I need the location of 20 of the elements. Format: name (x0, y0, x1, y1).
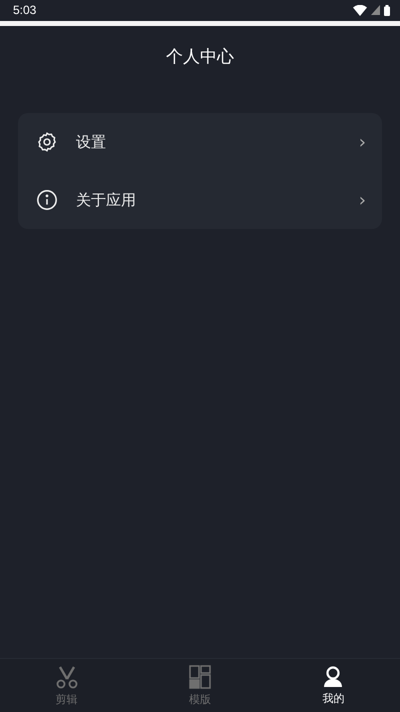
page-title: 个人中心 (166, 46, 234, 68)
menu-label: 关于应用 (76, 190, 137, 210)
layout-icon (188, 664, 211, 688)
menu-item[interactable]: 设置 › (18, 113, 382, 171)
signal-icon (371, 5, 380, 15)
status-time: 5:03 (13, 3, 36, 17)
menu-label: 设置 (76, 132, 107, 152)
chevron-icon: › (358, 190, 366, 210)
info-icon (36, 189, 58, 211)
person-icon (323, 666, 344, 688)
settings-icon (36, 131, 58, 153)
tab-item[interactable]: 我的 (266, 659, 400, 712)
wifi-icon (353, 4, 367, 16)
battery-icon (384, 4, 390, 16)
tab-label: 剪辑 (56, 692, 78, 706)
menu-item[interactable]: 关于应用 › (18, 171, 382, 229)
tab-label: 我的 (322, 690, 344, 706)
chevron-icon: › (358, 132, 366, 152)
tab-label: 模版 (188, 692, 211, 706)
scissors-icon (56, 664, 78, 688)
